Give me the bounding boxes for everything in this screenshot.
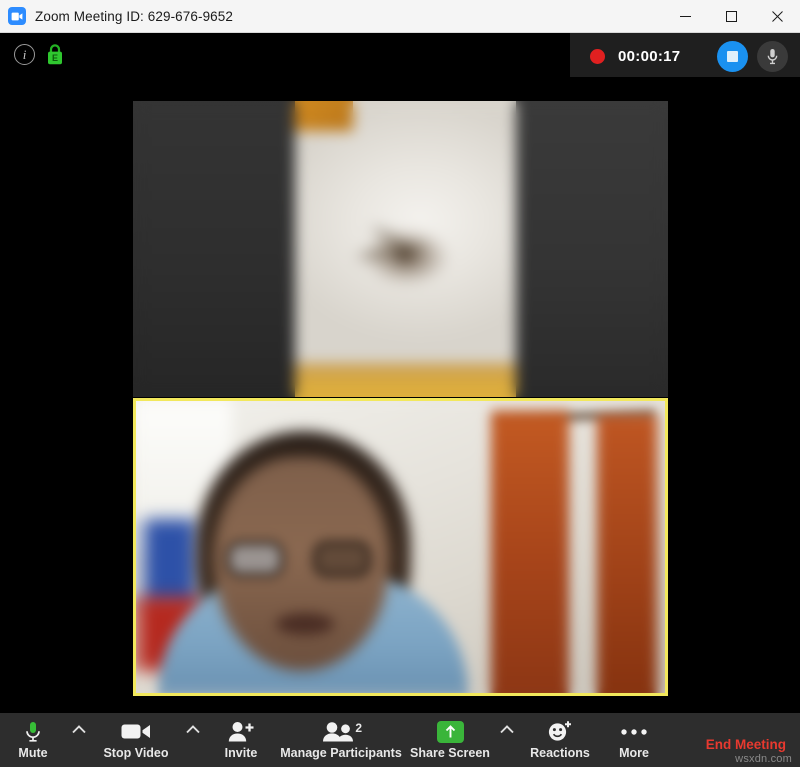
window-controls [662,0,800,33]
top-tile-blur-overlay [133,101,668,397]
bottom-tile-blur-overlay [136,401,665,693]
end-meeting-button[interactable]: End Meeting [706,713,786,752]
minimize-button[interactable] [662,0,708,33]
bottom-tile-inner [136,401,665,693]
meeting-toolbar: Mute Stop Video Invite 2 Manage Particip… [0,713,800,767]
ellipsis-icon [620,718,648,745]
camera-icon [121,718,151,745]
share-options-chevron[interactable] [494,713,520,767]
audio-options-chevron[interactable] [66,713,92,767]
more-label: More [619,746,649,760]
manage-participants-label: Manage Participants [280,746,402,760]
reactions-button[interactable]: Reactions [520,713,600,767]
recording-elapsed-time: 00:00:17 [618,47,681,65]
info-icon[interactable]: i [14,44,35,65]
stop-square-icon [727,50,738,62]
recording-microphone-button[interactable] [757,40,788,72]
share-screen-button[interactable]: Share Screen [406,713,494,767]
close-button[interactable] [754,0,800,33]
video-stage [0,77,800,713]
stop-video-label: Stop Video [103,746,169,760]
recording-control-bar: 00:00:17 [570,33,800,79]
more-button[interactable]: More [600,713,668,767]
window-title-bar: Zoom Meeting ID: 629-676-9652 [0,0,800,33]
add-person-icon [228,718,255,745]
site-watermark: wsxdn.com [735,753,792,765]
participant-video-top[interactable] [133,101,668,397]
share-screen-green-box [436,720,464,743]
share-screen-label: Share Screen [410,746,490,760]
mute-button[interactable]: Mute [0,713,66,767]
zoom-camera-logo-icon [8,7,26,25]
smiley-plus-icon [547,718,573,745]
microphone-icon [24,718,42,745]
mute-label: Mute [18,746,48,760]
maximize-button[interactable] [708,0,754,33]
zoom-meeting-window: Zoom Meeting ID: 629-676-9652 i E 00:00:… [0,0,800,767]
manage-participants-button[interactable]: 2 Manage Participants [276,713,406,767]
participant-video-bottom[interactable] [133,398,668,696]
share-screen-up-arrow-icon [436,718,464,745]
invite-button[interactable]: Invite [206,713,276,767]
green-lock-icon[interactable]: E [45,43,65,66]
stop-recording-button[interactable] [717,40,748,72]
window-title: Zoom Meeting ID: 629-676-9652 [35,8,234,24]
people-icon: 2 [322,718,362,745]
participant-count-badge: 2 [355,721,362,735]
svg-text:E: E [52,53,58,63]
invite-label: Invite [224,746,258,760]
video-options-chevron[interactable] [180,713,206,767]
stop-video-button[interactable]: Stop Video [92,713,180,767]
reactions-label: Reactions [530,746,590,760]
recording-dot-icon [590,48,605,64]
